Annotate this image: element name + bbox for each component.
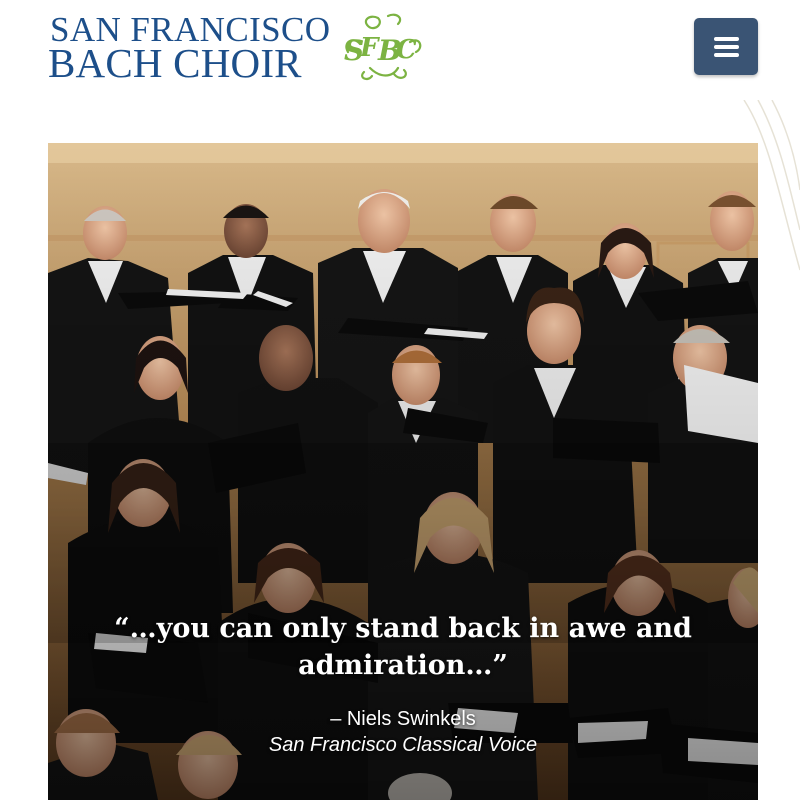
hero-banner: “…you can only stand back in awe and adm…: [48, 143, 758, 800]
hamburger-menu-icon-bar: [714, 53, 739, 57]
quote-source: San Francisco Classical Voice: [268, 734, 538, 756]
page: SAN FRANCISCO BACH CHOIR S F B C “…you c…: [0, 0, 800, 800]
testimonial-quote: “…you can only stand back in awe and adm…: [78, 610, 728, 758]
svg-text:C: C: [396, 35, 417, 65]
hamburger-menu-icon-bar: [714, 45, 739, 49]
quote-text: “…you can only stand back in awe and adm…: [114, 613, 692, 681]
sfbc-monogram-icon: S F B C: [344, 13, 422, 81]
svg-text:F: F: [359, 33, 380, 63]
logo-line-2: BACH CHOIR: [48, 40, 302, 86]
hamburger-menu-icon: [714, 37, 739, 41]
menu-button[interactable]: [694, 18, 758, 75]
quote-author: – Niels Swinkels: [330, 708, 476, 730]
site-logo[interactable]: SAN FRANCISCO BACH CHOIR S F B C: [48, 12, 428, 86]
site-header: SAN FRANCISCO BACH CHOIR S F B C: [0, 0, 800, 110]
